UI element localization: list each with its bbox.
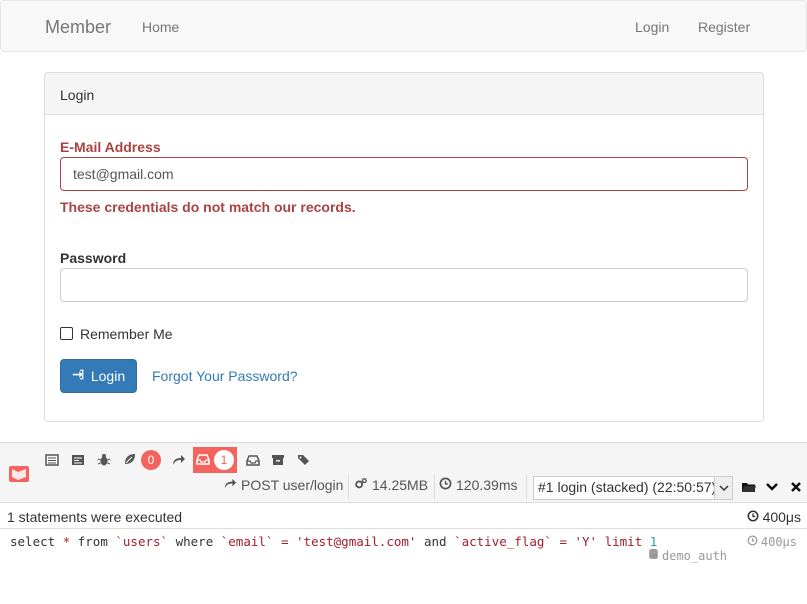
statements-summary: 1 statements were executed: [7, 509, 183, 525]
connection-name: demo_auth: [662, 548, 728, 563]
inbox-icon: [196, 452, 210, 469]
remember-me-checkbox[interactable]: [60, 327, 73, 340]
email-field[interactable]: [60, 157, 748, 191]
queries-status-bar: 1 statements were executed 400μs: [0, 505, 807, 529]
sql-statement: select * from `users` where `email` = 't…: [10, 534, 658, 549]
navbar: Member Home Login Register: [0, 0, 807, 52]
clock-icon: [747, 535, 758, 549]
request-info: POST user/login: [224, 477, 343, 493]
leaf-icon: [123, 452, 137, 469]
clock-icon: [439, 477, 452, 493]
timeline-tab-icon[interactable]: [70, 447, 86, 473]
clock-icon: [747, 509, 759, 525]
email-error-message: These credentials do not match our recor…: [60, 199, 356, 215]
query-connection: demo_auth: [648, 548, 727, 563]
divider: [526, 475, 527, 499]
total-query-time: 400μs: [747, 509, 801, 525]
database-icon: [648, 548, 659, 563]
login-button-label: Login: [90, 368, 126, 384]
debugbar: 0 1 POST user/login 14.25MB 120.39ms #1 …: [0, 442, 807, 604]
query-duration: 400μs: [747, 535, 797, 549]
laravel-logo-icon[interactable]: [8, 463, 30, 485]
chevron-down-icon: [714, 477, 732, 499]
messages-tab-icon[interactable]: [44, 447, 60, 473]
queries-count-badge: 1: [214, 450, 234, 470]
query-duration-value: 400μs: [760, 535, 797, 549]
memory-usage: 14.25MB: [372, 477, 429, 493]
debugbar-header: 0 1 POST user/login 14.25MB 120.39ms #1 …: [0, 443, 807, 503]
cogs-icon: [354, 477, 368, 493]
dataset-select[interactable]: #1 login (stacked) (22:50:57): [533, 476, 733, 500]
exceptions-tab[interactable]: 0: [120, 447, 164, 473]
forgot-password-link[interactable]: Forgot Your Password?: [152, 368, 298, 384]
request-method-route: POST user/login: [241, 477, 344, 493]
remember-me-label: Remember Me: [80, 326, 173, 342]
total-query-time-value: 400μs: [762, 509, 801, 525]
minimize-chevron-icon[interactable]: [764, 479, 780, 495]
mails-tab-icon[interactable]: [245, 447, 261, 473]
tags-tab-icon[interactable]: [296, 447, 312, 473]
open-folder-icon[interactable]: [741, 479, 757, 495]
divider: [348, 475, 349, 499]
password-field[interactable]: [60, 268, 748, 302]
close-icon[interactable]: [788, 479, 804, 495]
brand-link[interactable]: Member: [45, 17, 111, 38]
request-duration: 120.39ms: [456, 477, 518, 493]
login-panel: Login E-Mail Address These credentials d…: [44, 72, 764, 422]
exceptions-count-badge: 0: [141, 450, 161, 470]
panel-heading: Login: [45, 73, 763, 115]
divider: [434, 475, 435, 499]
request-tab-icon[interactable]: [171, 447, 187, 473]
memory-info: 14.25MB: [354, 477, 428, 493]
bug-tab-icon[interactable]: [96, 447, 112, 473]
share-icon: [224, 477, 237, 493]
nav-login-link[interactable]: Login: [635, 19, 669, 35]
login-button[interactable]: Login: [60, 359, 137, 393]
time-info: 120.39ms: [439, 477, 517, 493]
archive-tab-icon[interactable]: [270, 447, 286, 473]
queries-tab[interactable]: 1: [193, 447, 237, 473]
email-label: E-Mail Address: [60, 139, 161, 155]
nav-register-link[interactable]: Register: [698, 19, 750, 35]
nav-home-link[interactable]: Home: [142, 19, 179, 35]
sign-in-icon: [72, 368, 85, 384]
password-label: Password: [60, 250, 127, 266]
dataset-selected-value: #1 login (stacked) (22:50:57): [538, 479, 717, 495]
